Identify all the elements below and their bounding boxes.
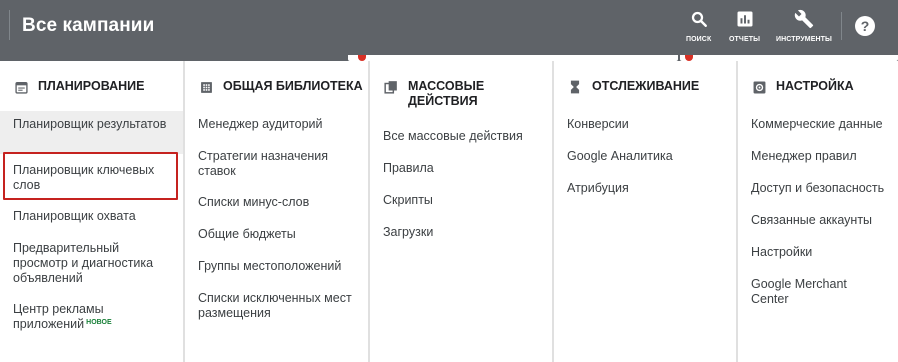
menu-item-google-merchant-center[interactable]: Google Merchant Center <box>738 277 858 307</box>
copy-icon <box>384 80 398 94</box>
reports-icon <box>734 8 756 30</box>
menu-item-business-data[interactable]: Коммерческие данные <box>738 117 898 132</box>
menu-item-location-groups[interactable]: Группы местоположений <box>185 259 368 274</box>
menu-item-performance-planner[interactable]: Планировщик результатов <box>0 111 183 154</box>
reports-button[interactable]: отчеты <box>729 8 760 43</box>
shared-library-column: ОБЩАЯ БИБЛИОТЕКА Менеджер аудиторий Стра… <box>184 61 369 362</box>
top-app-bar: Все кампании поиск отчеты инструменты ? <box>0 0 898 55</box>
setup-heading: НАСТРОЙКА <box>752 79 854 94</box>
menu-item-audience-manager[interactable]: Менеджер аудиторий <box>185 117 368 132</box>
menu-item-negative-keyword-lists[interactable]: Списки минус-слов <box>185 195 368 210</box>
menu-item-attribution[interactable]: Атрибуция <box>554 181 736 196</box>
menu-item-placement-exclusion-lists[interactable]: Списки исключенных мест размещения <box>185 291 368 321</box>
menu-item-uploads[interactable]: Загрузки <box>370 225 552 240</box>
menu-item-shared-budgets[interactable]: Общие бюджеты <box>185 227 368 242</box>
help-button[interactable]: ? <box>855 16 875 36</box>
search-icon <box>688 8 710 30</box>
tools-button[interactable]: инструменты <box>776 8 832 43</box>
calendar-icon <box>14 80 28 94</box>
page-title[interactable]: Все кампании <box>22 15 154 37</box>
menu-item-scripts[interactable]: Скрипты <box>370 193 552 208</box>
tracking-column: ОТСЛЕЖИВАНИЕ Конверсии Google Аналитика … <box>553 61 737 362</box>
menu-item-conversions[interactable]: Конверсии <box>554 117 736 132</box>
menu-item-rule-manager[interactable]: Менеджер правил <box>738 149 898 164</box>
menu-item-access-security[interactable]: Доступ и безопасность <box>738 181 898 196</box>
menu-item-rules[interactable]: Правила <box>370 161 552 176</box>
menu-item-reach-planner[interactable]: Планировщик охвата <box>0 209 183 224</box>
tools-label: инструменты <box>776 36 832 43</box>
header-divider <box>9 10 10 40</box>
menu-item-all-bulk-actions[interactable]: Все массовые действия <box>370 129 552 144</box>
menu-item-bid-strategies[interactable]: Стратегии назначения ставок <box>185 149 368 179</box>
planning-heading: ПЛАНИРОВАНИЕ <box>14 79 144 94</box>
bulk-actions-heading: МАССОВЫЕ ДЕЙСТВИЯ <box>384 79 508 109</box>
tracking-heading: ОТСЛЕЖИВАНИЕ <box>568 79 699 94</box>
bulk-actions-column: МАССОВЫЕ ДЕЙСТВИЯ Все массовые действия … <box>369 61 553 362</box>
library-icon <box>199 80 213 94</box>
tools-menu-panel: ПЛАНИРОВАНИЕ Планировщик результатов Пла… <box>0 61 898 362</box>
toolbar-divider <box>841 12 842 40</box>
menu-item-ad-preview[interactable]: Предварительный просмотр и диагностика о… <box>0 241 183 286</box>
hourglass-icon <box>568 80 582 94</box>
planning-column: ПЛАНИРОВАНИЕ Планировщик результатов Пла… <box>0 61 184 362</box>
shared-library-heading: ОБЩАЯ БИБЛИОТЕКА <box>199 79 363 94</box>
wrench-icon <box>793 8 815 30</box>
help-icon: ? <box>860 18 870 34</box>
menu-item-settings[interactable]: Настройки <box>738 245 898 260</box>
new-badge: НОВОЕ <box>86 319 112 326</box>
setup-column: НАСТРОЙКА Коммерческие данные Менеджер п… <box>737 61 898 362</box>
reports-label: отчеты <box>729 36 761 43</box>
highlight-annotation <box>3 152 178 200</box>
search-button[interactable]: поиск <box>686 8 711 43</box>
menu-item-google-analytics[interactable]: Google Аналитика <box>554 149 736 164</box>
menu-item-linked-accounts[interactable]: Связанные аккаунты <box>738 213 898 228</box>
menu-item-app-advertising-hub[interactable]: Центр рекламы приложений НОВОЕ <box>0 302 183 332</box>
settings-icon <box>752 80 766 94</box>
search-label: поиск <box>686 36 712 43</box>
